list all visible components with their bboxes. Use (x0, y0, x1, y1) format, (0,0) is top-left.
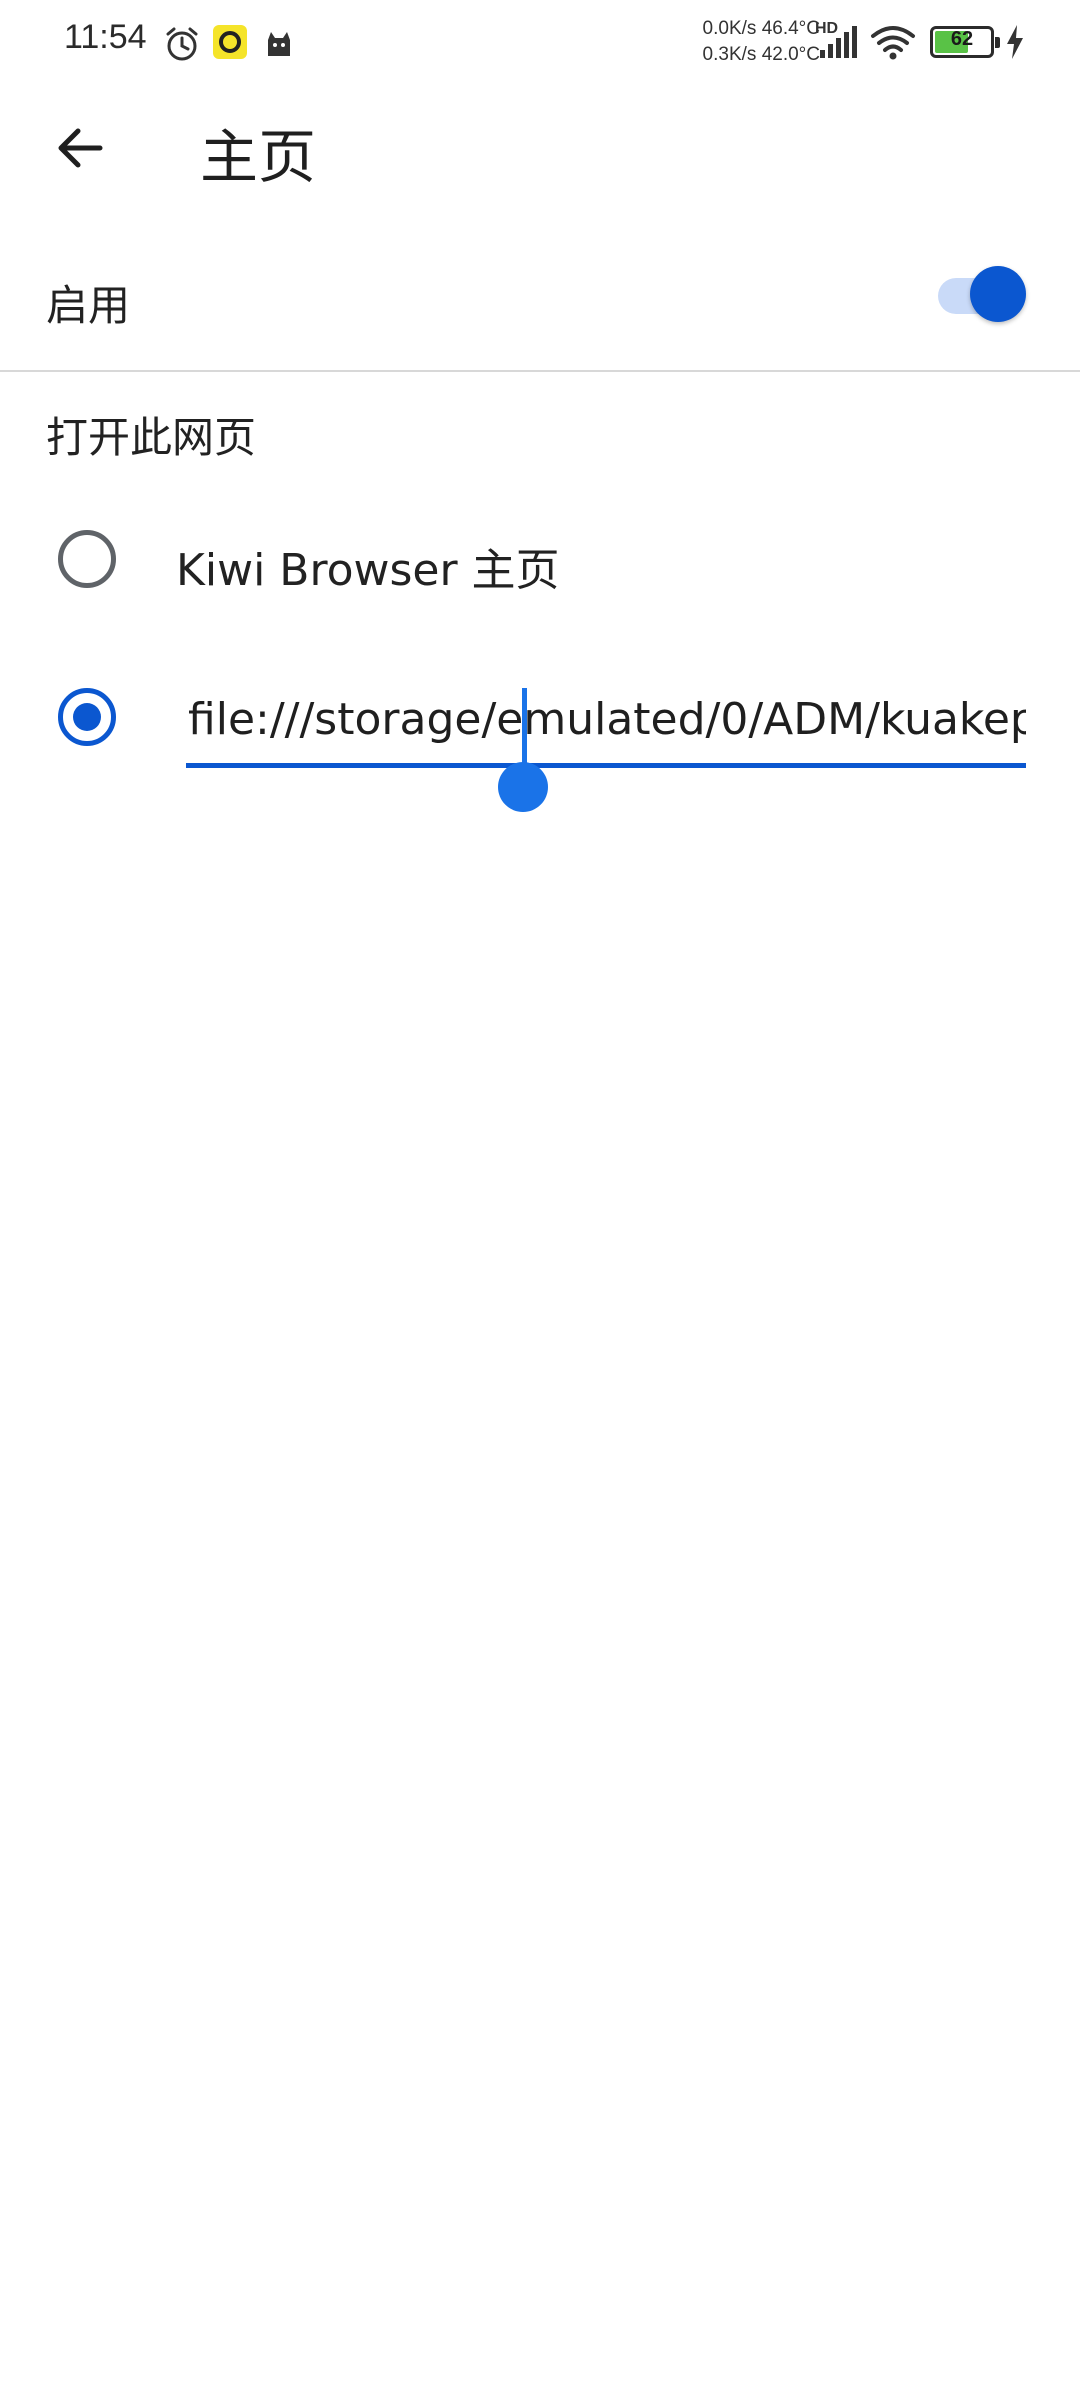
radio-dot (73, 703, 101, 731)
page-title: 主页 (200, 123, 317, 191)
battery-cap (995, 37, 1000, 48)
divider (0, 370, 1080, 372)
toolbar: 主页 (0, 86, 1080, 210)
option-label-kiwi: Kiwi Browser 主页 (176, 545, 560, 596)
net-up: 0.0K/s (702, 18, 757, 39)
cat-app-icon (262, 26, 296, 64)
status-bar: 11:54 0.0K/s 46.4°C 0.3K/s 42.0°C HD 62 (0, 0, 1080, 86)
back-button[interactable] (40, 108, 120, 188)
signal-icon (818, 24, 858, 64)
temp-2: 42.0°C (761, 44, 820, 65)
url-input-text[interactable]: file:///storage/emulated/0/ADM/kuakepan/… (188, 694, 1026, 745)
enable-label: 启用 (46, 281, 131, 330)
radio-button-kiwi[interactable] (58, 530, 116, 588)
enable-toggle[interactable] (934, 262, 1034, 322)
enable-row[interactable]: 启用 (0, 232, 1080, 362)
battery-level: 62 (950, 28, 974, 50)
option-kiwi-homepage[interactable]: Kiwi Browser 主页 (0, 510, 1080, 660)
toggle-thumb (970, 266, 1026, 322)
temp-1: 46.4°C (761, 18, 820, 39)
net-down: 0.3K/s (702, 44, 757, 65)
option-custom-url[interactable]: file:///storage/emulated/0/ADM/kuakepan/… (0, 688, 1080, 838)
wifi-icon (870, 24, 916, 66)
alarm-icon (162, 24, 202, 68)
url-input-field[interactable]: file:///storage/emulated/0/ADM/kuakepan/… (186, 688, 1026, 768)
text-cursor (522, 688, 527, 768)
battery-icon: 62 (930, 26, 1000, 58)
app-notification-icon (212, 24, 248, 64)
charging-icon (1004, 24, 1026, 64)
network-speed: 0.0K/s 46.4°C 0.3K/s 42.0°C (680, 16, 820, 68)
radio-button-custom[interactable] (58, 688, 116, 746)
section-title: 打开此网页 (46, 413, 257, 462)
arrow-left-icon (58, 128, 103, 168)
cursor-handle[interactable] (498, 762, 548, 812)
status-time: 11:54 (64, 18, 147, 56)
